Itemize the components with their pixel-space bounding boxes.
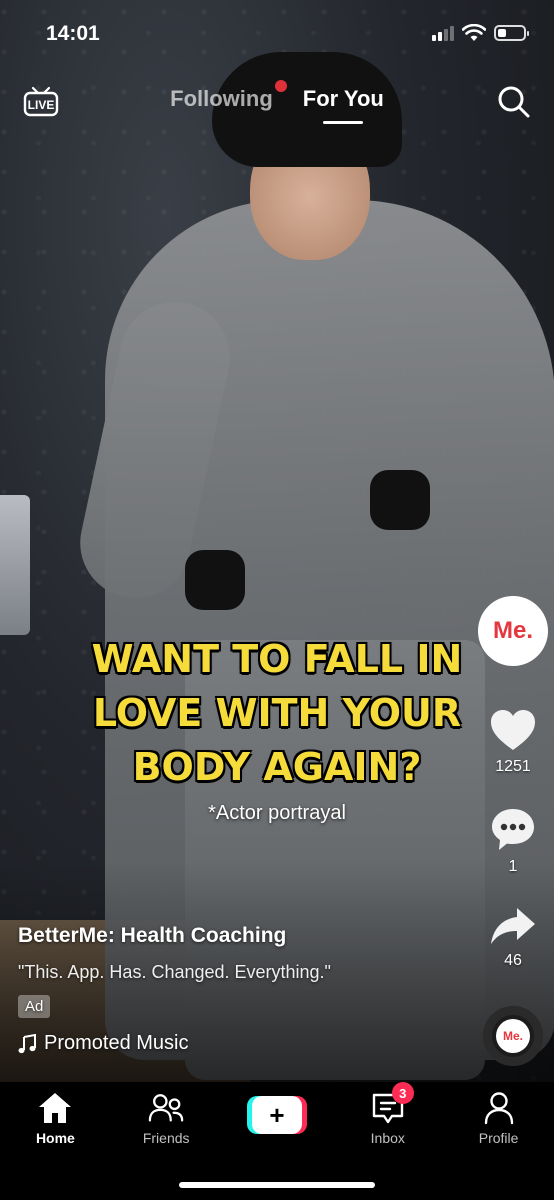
caption-line-2: LOVE WITH YOUR [92,691,462,735]
music-row[interactable]: Promoted Music [18,1032,458,1055]
home-indicator [179,1182,375,1188]
wifi-icon [462,24,486,41]
music-disc[interactable]: Me. [483,1006,543,1066]
inbox-badge: 3 [391,1082,414,1104]
profile-icon [484,1092,513,1125]
creator-avatar[interactable]: Me. [478,596,548,666]
tab-profile[interactable]: Profile [454,1090,544,1146]
share-arrow-icon [491,908,535,944]
post-info: BetterMe: Health Coaching "This. App. Ha… [18,924,458,1055]
post-description: "This. App. Has. Changed. Everything." [18,962,331,982]
share-button[interactable]: 46 [489,906,537,970]
status-time: 14:01 [46,22,100,45]
glove-left [185,550,245,610]
heart-icon [491,710,535,750]
music-disc-logo: Me. [496,1019,530,1053]
tab-profile-label: Profile [478,1130,519,1146]
tab-for-you[interactable]: For You [303,86,384,124]
home-icon [39,1093,72,1123]
comment-count: 1 [508,858,518,875]
tab-home-label: Home [35,1130,75,1146]
like-button[interactable]: 1251 [489,708,537,776]
bottom-tab-bar: Home Friends + 3 Inbox Profile [0,1082,554,1200]
video-player[interactable] [0,0,554,1082]
search-icon [498,86,530,118]
caption-line-3: BODY AGAIN? [132,745,422,789]
tab-friends-label: Friends [142,1130,190,1146]
tab-inbox-label: Inbox [370,1130,405,1146]
top-nav: LIVE Following For You [0,78,554,128]
glove-right [370,470,430,530]
comment-icon [492,809,534,850]
share-count: 46 [504,952,522,969]
actor-disclaimer: *Actor portrayal [208,802,346,824]
feed-tabs: Following For You [0,86,554,124]
status-icons [432,24,529,42]
like-count: 1251 [495,758,531,775]
friends-icon [148,1094,184,1122]
comment-button[interactable]: 1 [489,806,537,876]
ad-badge: Ad [18,995,51,1018]
signal-icon [432,25,454,41]
music-note-icon [18,1033,36,1053]
search-button[interactable] [496,84,532,120]
battery-icon [494,25,529,41]
tab-friends[interactable]: Friends [121,1090,211,1146]
music-label: Promoted Music [44,1032,189,1054]
tab-inbox[interactable]: 3 Inbox [343,1082,433,1146]
battery-fill [498,29,506,37]
tab-home[interactable]: Home [10,1090,100,1146]
caption-line-1: WANT TO FALL IN [91,637,463,681]
side-actions: Me. 1251 1 46 Me. [478,596,548,1066]
phone-prop [0,495,30,635]
tab-following[interactable]: Following [170,86,273,124]
video-caption: WANT TO FALL IN LOVE WITH YOUR BODY AGAI… [40,632,514,794]
create-button[interactable]: + [246,1096,307,1134]
tab-create[interactable]: + [232,1090,322,1146]
account-name[interactable]: BetterMe: Health Coaching [18,924,458,948]
status-bar: 14:01 [0,0,554,70]
plus-icon: + [251,1096,302,1134]
